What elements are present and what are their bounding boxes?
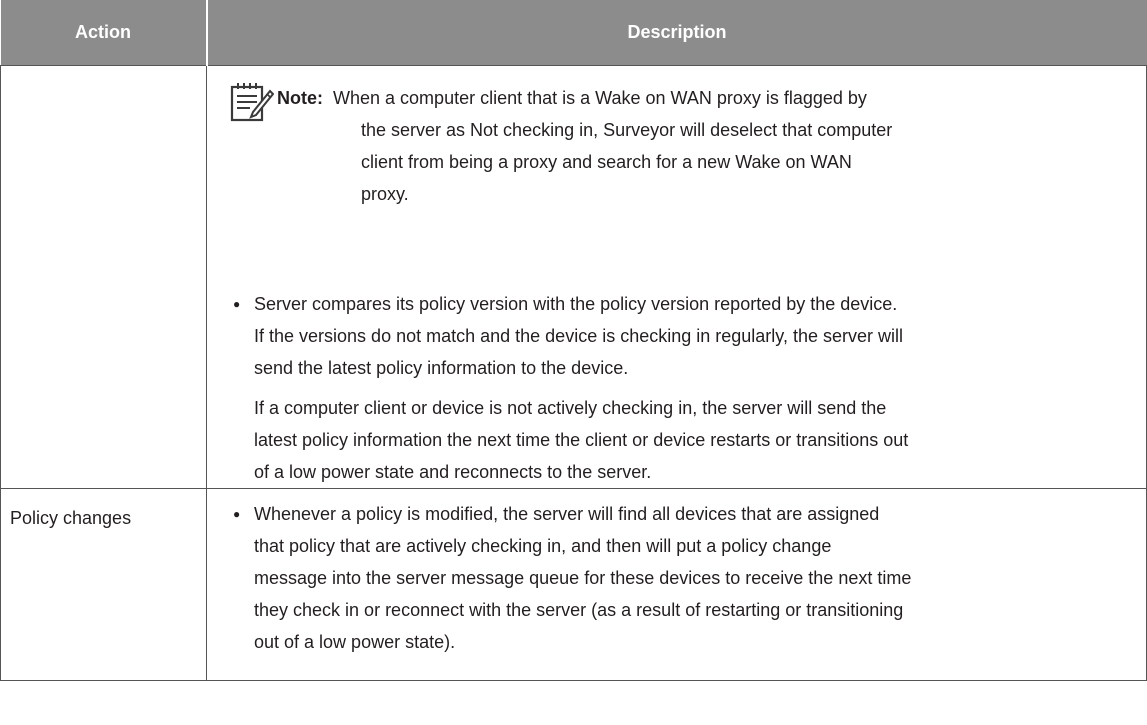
bullet-text-line: Server compares its policy version with … — [254, 294, 898, 314]
paragraph-line: of a low power state and reconnects to t… — [254, 462, 652, 482]
header-description: Description — [206, 0, 1147, 66]
description-cell: ● Whenever a policy is modified, the ser… — [206, 488, 1147, 681]
note-block: Note: When a computer client that is a W… — [207, 66, 1146, 288]
bullet-text-line: they check in or reconnect with the serv… — [254, 600, 904, 620]
note-continuation: the server as Not checking in, Surveyor … — [357, 114, 1077, 210]
bullet-dot-icon: ● — [233, 507, 241, 521]
bullet-text-line: that policy that are actively checking i… — [254, 536, 832, 556]
table-row: Policy changes ● Whenever a policy is mo… — [0, 488, 1147, 681]
header-action: Action — [0, 0, 208, 66]
note-text-line: the server as Not checking in, Surveyor … — [361, 120, 893, 140]
bullet-text-line: message into the server message queue fo… — [254, 568, 912, 588]
table-row: Note: When a computer client that is a W… — [0, 65, 1147, 489]
note-label: Note: — [277, 88, 323, 108]
description-cell: Note: When a computer client that is a W… — [206, 65, 1147, 489]
note-text-line: client from being a proxy and search for… — [361, 152, 852, 172]
paragraph: If a computer client or device is not ac… — [207, 384, 1146, 488]
bullet-text-line: out of a low power state). — [254, 632, 456, 652]
paragraph-line: latest policy information the next time … — [254, 430, 909, 450]
note-first-line: Note: When a computer client that is a W… — [277, 82, 867, 114]
action-cell: Policy changes — [0, 488, 207, 681]
table-header-row: Action Description — [0, 0, 1147, 66]
paragraph-line: If a computer client or device is not ac… — [254, 398, 887, 418]
note-text-line: When a computer client that is a Wake on… — [333, 88, 867, 108]
list-item: ● Server compares its policy version wit… — [207, 288, 1146, 384]
bullet-text-line: If the versions do not match and the dev… — [254, 326, 903, 346]
note-pencil-icon — [230, 83, 274, 122]
bullet-dot-icon: ● — [233, 297, 241, 311]
note-text-line: proxy. — [361, 184, 409, 204]
list-item: ● Whenever a policy is modified, the ser… — [207, 498, 1146, 658]
bullet-text-line: send the latest policy information to th… — [254, 358, 629, 378]
action-cell — [0, 65, 207, 489]
description-table: Action Description Note: When a computer… — [0, 0, 1147, 681]
bullet-text-line: Whenever a policy is modified, the serve… — [254, 504, 880, 524]
